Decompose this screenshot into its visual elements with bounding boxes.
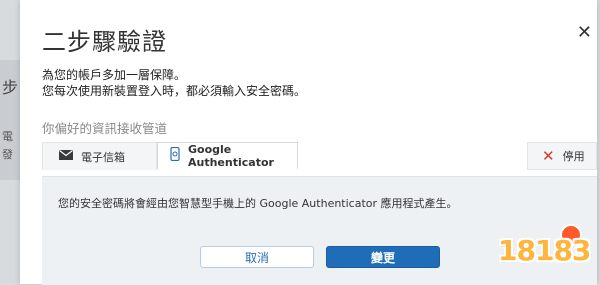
cancel-button[interactable]: 取消 bbox=[200, 246, 314, 268]
background-text-fragment: 步 bbox=[2, 78, 19, 97]
phone-icon bbox=[170, 146, 180, 164]
close-icon: ✕ bbox=[542, 146, 555, 165]
dialog-title: 二步驟驗證 bbox=[42, 28, 167, 56]
background-text-fragment: 發 bbox=[2, 148, 13, 161]
tab-google-authenticator[interactable]: Google Authenticator bbox=[157, 142, 298, 170]
envelope-icon bbox=[59, 150, 73, 163]
disable-button[interactable]: ✕ 停用 bbox=[527, 142, 597, 170]
watermark-text: 18183 bbox=[498, 234, 591, 267]
close-icon[interactable]: ✕ bbox=[577, 22, 592, 43]
tab-email[interactable]: 電子信箱 bbox=[42, 142, 157, 170]
tab-label: 電子信箱 bbox=[81, 150, 125, 164]
tab-label: Google Authenticator bbox=[188, 142, 274, 169]
site-watermark: 18183 bbox=[492, 220, 592, 280]
method-description: 您的安全密碼將會經由您智慧型手機上的 Google Authenticator … bbox=[58, 197, 458, 210]
change-button[interactable]: 變更 bbox=[326, 246, 440, 268]
dialog-description: 您每次使用新裝置登入時，都必須輸入安全密碼。 bbox=[42, 84, 307, 98]
background-text-fragment: 電 bbox=[2, 130, 13, 143]
dialog-description: 為您的帳戶多加一層保障。 bbox=[42, 68, 187, 82]
disable-label: 停用 bbox=[562, 150, 585, 163]
delivery-method-label: 你偏好的資訊接收管道 bbox=[42, 121, 168, 136]
